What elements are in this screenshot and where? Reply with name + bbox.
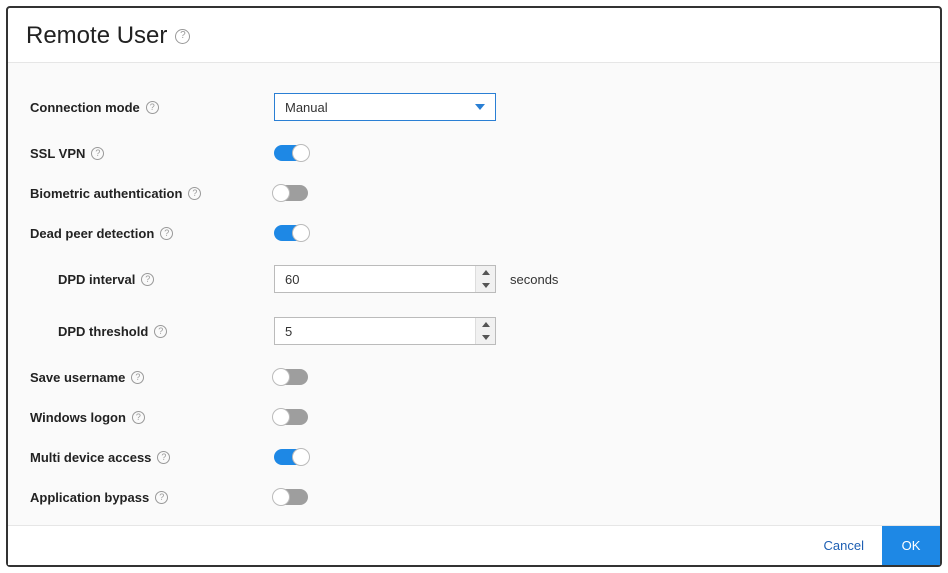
- remote-user-panel: Remote User ? Connection mode ? Manual S…: [6, 6, 942, 567]
- help-icon[interactable]: ?: [146, 101, 159, 114]
- help-icon[interactable]: ?: [157, 451, 170, 464]
- multi-device-label: Multi device access: [30, 450, 151, 465]
- app-bypass-label: Application bypass: [30, 490, 149, 505]
- form-body: Connection mode ? Manual SSL VPN ? Biome…: [8, 63, 940, 525]
- windows-logon-row: Windows logon ?: [30, 409, 918, 425]
- save-username-row: Save username ?: [30, 369, 918, 385]
- biometric-auth-label: Biometric authentication: [30, 186, 182, 201]
- save-username-label: Save username: [30, 370, 125, 385]
- dpd-interval-spinner: [274, 265, 496, 293]
- app-bypass-row: Application bypass ?: [30, 489, 918, 505]
- help-icon[interactable]: ?: [141, 273, 154, 286]
- help-icon[interactable]: ?: [91, 147, 104, 160]
- dpd-label: Dead peer detection: [30, 226, 154, 241]
- stepper-up-button[interactable]: [476, 318, 495, 331]
- app-bypass-toggle[interactable]: [274, 489, 308, 505]
- biometric-auth-row: Biometric authentication ?: [30, 185, 918, 201]
- connection-mode-label: Connection mode: [30, 100, 140, 115]
- dpd-interval-input[interactable]: [275, 266, 475, 292]
- panel-header: Remote User ?: [8, 8, 940, 63]
- windows-logon-label: Windows logon: [30, 410, 126, 425]
- help-icon[interactable]: ?: [155, 491, 168, 504]
- help-icon[interactable]: ?: [160, 227, 173, 240]
- dpd-row: Dead peer detection ?: [30, 225, 918, 241]
- stepper-up-button[interactable]: [476, 266, 495, 279]
- ssl-vpn-label: SSL VPN: [30, 146, 85, 161]
- arrow-down-icon: [482, 283, 490, 288]
- help-icon[interactable]: ?: [154, 325, 167, 338]
- multi-device-row: Multi device access ?: [30, 449, 918, 465]
- connection-mode-select[interactable]: Manual: [274, 93, 496, 121]
- ssl-vpn-toggle[interactable]: [274, 145, 308, 161]
- windows-logon-toggle[interactable]: [274, 409, 308, 425]
- help-icon[interactable]: ?: [175, 29, 190, 44]
- help-icon[interactable]: ?: [188, 187, 201, 200]
- multi-device-toggle[interactable]: [274, 449, 308, 465]
- help-icon[interactable]: ?: [132, 411, 145, 424]
- stepper-down-button[interactable]: [476, 331, 495, 344]
- panel-footer: Cancel OK: [8, 525, 940, 565]
- connection-mode-row: Connection mode ? Manual: [30, 93, 918, 121]
- dpd-interval-label: DPD interval: [58, 272, 135, 287]
- dpd-interval-row: DPD interval ? seconds: [30, 265, 918, 293]
- arrow-down-icon: [482, 335, 490, 340]
- cancel-button[interactable]: Cancel: [806, 526, 882, 565]
- connection-mode-value: Manual: [285, 100, 328, 115]
- page-title: Remote User: [26, 22, 167, 50]
- dpd-interval-suffix: seconds: [510, 272, 558, 287]
- dpd-threshold-spinner: [274, 317, 496, 345]
- ssl-vpn-row: SSL VPN ?: [30, 145, 918, 161]
- dpd-threshold-label: DPD threshold: [58, 324, 148, 339]
- chevron-down-icon: [475, 104, 485, 110]
- arrow-up-icon: [482, 270, 490, 275]
- dpd-threshold-row: DPD threshold ?: [30, 317, 918, 345]
- ok-button[interactable]: OK: [882, 526, 940, 565]
- arrow-up-icon: [482, 322, 490, 327]
- stepper-down-button[interactable]: [476, 279, 495, 292]
- dpd-toggle[interactable]: [274, 225, 308, 241]
- save-username-toggle[interactable]: [274, 369, 308, 385]
- help-icon[interactable]: ?: [131, 371, 144, 384]
- dpd-threshold-input[interactable]: [275, 318, 475, 344]
- biometric-auth-toggle[interactable]: [274, 185, 308, 201]
